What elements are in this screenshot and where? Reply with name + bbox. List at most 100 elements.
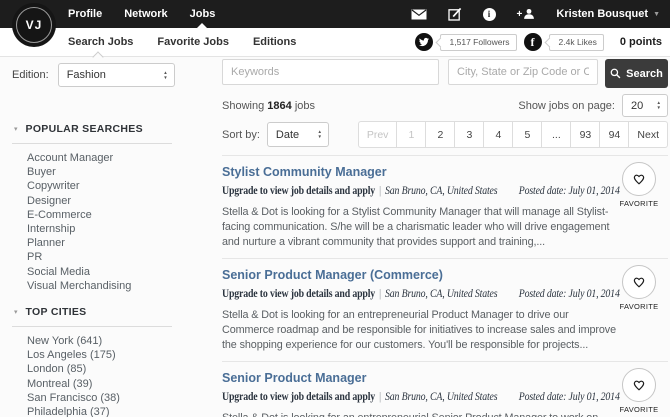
top-cities-section: ▾ TOP CITIES New York (641) Los Angeles … xyxy=(12,306,172,417)
keywords-input[interactable] xyxy=(222,59,439,85)
job-title-link[interactable]: Stylist Community Manager xyxy=(222,165,668,179)
favorite-button[interactable]: FAVORITE xyxy=(614,265,664,311)
edition-filter: Edition: Fashion ▲ ▼ xyxy=(12,63,212,87)
page-2-button[interactable]: 2 xyxy=(426,121,455,148)
search-button[interactable]: Search xyxy=(605,59,668,88)
tab-search-jobs[interactable]: Search Jobs xyxy=(68,36,133,48)
stepper-down-arrow: ▼ xyxy=(163,76,167,80)
twitter-followers-badge[interactable]: 1,517 Followers xyxy=(440,34,517,51)
sort-select[interactable]: Date ▲ ▼ xyxy=(267,122,329,147)
results-meta-row: Showing 1864 jobs Show jobs on page: 20 … xyxy=(222,94,668,117)
top-city-item[interactable]: Los Angeles (175) xyxy=(27,348,172,362)
job-title-link[interactable]: Senior Product Manager (Commerce) xyxy=(222,268,668,282)
nav-item-profile[interactable]: Profile xyxy=(68,0,102,28)
popular-searches-section: ▾ POPULAR SEARCHES Account Manager Buyer… xyxy=(12,123,172,293)
edition-select-value: Fashion xyxy=(67,69,106,81)
chevron-down-icon: ▾ xyxy=(14,308,18,316)
user-name: Kristen Bousquet xyxy=(556,8,648,20)
per-page-select[interactable]: 20 ▲ ▼ xyxy=(622,94,668,117)
top-cities-header[interactable]: ▾ TOP CITIES xyxy=(12,306,172,327)
job-listing: Senior Product Manager (Commerce) Upgrad… xyxy=(222,258,668,361)
add-user-icon[interactable]: + xyxy=(517,8,536,20)
upgrade-link[interactable]: Upgrade to view job details and apply xyxy=(222,389,375,403)
per-page-control: Show jobs on page: 20 ▲ ▼ xyxy=(518,94,668,117)
page-94-button[interactable]: 94 xyxy=(600,121,629,148)
job-description: Stella & Dot is looking for an entrepren… xyxy=(222,308,616,353)
page-1-button[interactable]: 1 xyxy=(397,121,426,148)
upgrade-link[interactable]: Upgrade to view job details and apply xyxy=(222,286,375,300)
job-location: San Bruno, CA, United States xyxy=(385,389,497,403)
info-glyph: i xyxy=(483,8,496,21)
edition-label: Edition: xyxy=(12,69,49,81)
job-description: Stella & Dot is looking for a Stylist Co… xyxy=(222,205,616,250)
top-city-item[interactable]: Montreal (39) xyxy=(27,377,172,391)
job-description: Stella & Dot is looking for an entrepren… xyxy=(222,411,616,417)
job-title-link[interactable]: Senior Product Manager xyxy=(222,371,668,385)
tab-favorite-jobs[interactable]: Favorite Jobs xyxy=(157,36,229,48)
popular-search-item[interactable]: Buyer xyxy=(27,165,172,179)
nav-item-network[interactable]: Network xyxy=(124,0,167,28)
compose-icon[interactable] xyxy=(448,7,462,21)
page-93-button[interactable]: 93 xyxy=(571,121,600,148)
user-menu[interactable]: Kristen Bousquet ▼ xyxy=(556,8,660,20)
job-posted-date: Posted date: July 01, 2014 xyxy=(519,183,620,197)
info-icon[interactable]: i xyxy=(483,8,496,21)
popular-search-item[interactable]: Social Media xyxy=(27,265,172,279)
page-prev-button[interactable]: Prev xyxy=(358,121,398,148)
heart-icon[interactable] xyxy=(622,368,656,402)
page-next-button[interactable]: Next xyxy=(629,121,668,148)
popular-search-item[interactable]: Account Manager xyxy=(27,151,172,165)
facebook-icon[interactable]: f xyxy=(524,33,542,51)
job-search-form: Search xyxy=(222,59,668,88)
sort-value: Date xyxy=(276,129,299,141)
search-button-label: Search xyxy=(626,68,663,80)
select-stepper-icon: ▲ ▼ xyxy=(657,101,661,110)
location-input[interactable] xyxy=(448,59,598,85)
heart-icon[interactable] xyxy=(622,265,656,299)
select-stepper-icon: ▲ ▼ xyxy=(163,71,167,80)
edition-select[interactable]: Fashion ▲ ▼ xyxy=(58,63,175,87)
favorite-label: FAVORITE xyxy=(614,199,664,208)
magnifier-icon xyxy=(610,68,621,79)
page-3-button[interactable]: 3 xyxy=(455,121,484,148)
top-city-item[interactable]: Philadelphia (37) xyxy=(27,405,172,417)
top-nav-bar: VJ Profile Network Jobs i + xyxy=(0,0,670,28)
page-4-button[interactable]: 4 xyxy=(484,121,513,148)
top-city-item[interactable]: San Francisco (38) xyxy=(27,391,172,405)
favorite-label: FAVORITE xyxy=(614,302,664,311)
page-content: Edition: Fashion ▲ ▼ ▾ POPULAR SEARCHES … xyxy=(0,57,670,417)
popular-search-item[interactable]: Copywriter xyxy=(27,179,172,193)
favorite-button[interactable]: FAVORITE xyxy=(614,368,664,414)
per-page-value: 20 xyxy=(631,100,643,112)
sort-control: Sort by: Date ▲ ▼ xyxy=(222,122,329,147)
tab-editions[interactable]: Editions xyxy=(253,36,296,48)
popular-search-item[interactable]: Visual Merchandising xyxy=(27,279,172,293)
popular-searches-header[interactable]: ▾ POPULAR SEARCHES xyxy=(12,123,172,144)
stepper-up-arrow: ▲ xyxy=(163,71,167,75)
job-posted-date: Posted date: July 01, 2014 xyxy=(519,286,620,300)
nav-item-jobs[interactable]: Jobs xyxy=(190,0,216,28)
top-city-item[interactable]: London (85) xyxy=(27,362,172,376)
popular-searches-list: Account Manager Buyer Copywriter Designe… xyxy=(12,151,172,293)
per-page-label: Show jobs on page: xyxy=(518,100,615,112)
app-window: VJ Profile Network Jobs i + xyxy=(0,0,670,417)
upgrade-link[interactable]: Upgrade to view job details and apply xyxy=(222,183,375,197)
popular-search-item[interactable]: Internship xyxy=(27,222,172,236)
top-city-item[interactable]: New York (641) xyxy=(27,334,172,348)
favorite-button[interactable]: FAVORITE xyxy=(614,162,664,208)
results-main: Search Showing 1864 jobs Show jobs on pa… xyxy=(222,57,668,417)
popular-search-item[interactable]: Designer xyxy=(27,194,172,208)
favorite-label: FAVORITE xyxy=(614,405,664,414)
popular-search-item[interactable]: E-Commerce xyxy=(27,208,172,222)
heart-icon[interactable] xyxy=(622,162,656,196)
facebook-likes-badge[interactable]: 2.4k Likes xyxy=(549,34,604,51)
popular-search-item[interactable]: PR xyxy=(27,250,172,264)
select-stepper-icon: ▲ ▼ xyxy=(317,130,321,139)
popular-search-item[interactable]: Planner xyxy=(27,236,172,250)
vj-logo[interactable]: VJ xyxy=(12,3,56,47)
stepper-down-arrow: ▼ xyxy=(317,135,321,139)
active-nav-notch-icon xyxy=(197,23,207,28)
page-5-button[interactable]: 5 xyxy=(513,121,542,148)
twitter-icon[interactable] xyxy=(415,33,433,51)
mail-icon[interactable] xyxy=(411,9,427,20)
